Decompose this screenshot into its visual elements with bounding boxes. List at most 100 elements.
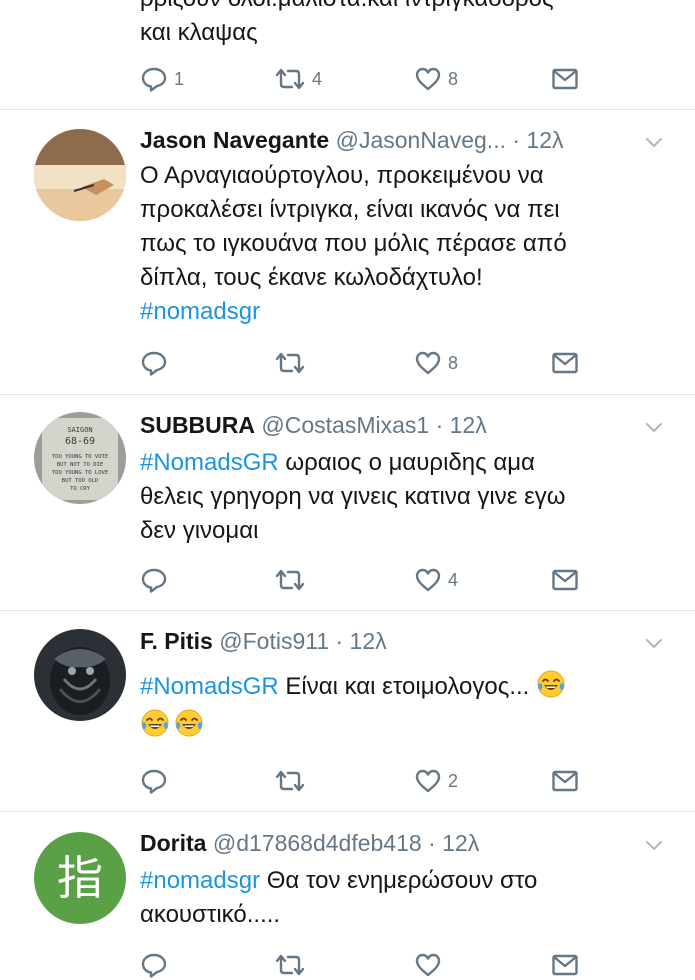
timestamp[interactable]: · 12λ: [436, 412, 487, 438]
envelope-icon: [551, 566, 579, 594]
reply-button[interactable]: [140, 565, 174, 595]
like-button[interactable]: 8: [414, 348, 458, 378]
username[interactable]: @Fotis911: [219, 628, 329, 654]
like-button[interactable]: [414, 950, 442, 980]
face-with-tears-of-joy-icon: [140, 708, 170, 738]
display-name[interactable]: F. Pitis: [140, 628, 213, 654]
like-button[interactable]: 4: [414, 565, 458, 595]
reply-icon: [140, 566, 168, 594]
reply-button[interactable]: 1: [140, 64, 184, 94]
chevron-down-icon[interactable]: [643, 834, 665, 856]
direct-message-button[interactable]: [551, 766, 579, 796]
retweet-button[interactable]: 4: [274, 64, 322, 94]
reply-button[interactable]: [140, 766, 174, 796]
tweet-text: ρριξουν ολοι.μαλιστα.και ιντριγκαδορος κ…: [140, 0, 670, 50]
direct-message-button[interactable]: [551, 565, 579, 595]
tweet-actions: 2: [140, 766, 590, 796]
avatar[interactable]: [34, 629, 126, 721]
tweet-header: Dorita @d17868d4dfeb418 · 12λ: [140, 828, 479, 858]
avatar-caption: SAIGON: [67, 426, 92, 434]
display-name[interactable]: Jason Navegante: [140, 127, 329, 153]
chevron-down-icon[interactable]: [643, 131, 665, 153]
like-count: 8: [448, 352, 459, 373]
tweet-actions: 4: [140, 565, 590, 595]
retweet-count: 4: [312, 68, 323, 89]
display-name[interactable]: Dorita: [140, 830, 206, 856]
heart-icon: [414, 951, 442, 979]
avatar-caption: BUT TOO OLD: [62, 478, 98, 484]
avatar-glyph: 指: [57, 851, 103, 905]
hashtag-link[interactable]: #nomadsgr: [140, 867, 260, 894]
timestamp[interactable]: · 12λ: [512, 127, 563, 153]
avatar-caption: TOO YOUNG TO VOTE: [52, 454, 108, 460]
tweet-text-line: #nomadsgr Θα τον ενημερώσουν στο: [140, 864, 670, 898]
avatar-caption: TOO YOUNG TO LOVE: [52, 470, 108, 476]
tweet-text-line: δεν γινομαι: [140, 517, 259, 544]
tweet[interactable]: Jason Navegante @JasonNaveg... · 12λ Ο Α…: [0, 110, 695, 395]
retweet-button[interactable]: [274, 348, 312, 378]
username[interactable]: @JasonNaveg...: [336, 127, 506, 153]
face-with-tears-of-joy-icon: [536, 669, 566, 699]
tweet-actions: 8: [140, 348, 590, 378]
hashtag-link[interactable]: #NomadsGR: [140, 449, 279, 476]
like-button[interactable]: 2: [414, 766, 458, 796]
heart-icon: [414, 349, 442, 377]
avatar[interactable]: SAIGON 68-69 TOO YOUNG TO VOTE BUT NOT T…: [34, 412, 126, 504]
retweet-icon: [274, 349, 306, 377]
tweet-text-line: δίπλα, τους έκανε κωλοδάχτυλο!: [140, 264, 483, 291]
tweet-text-line: #NomadsGR ωραιος ο μαυριδης αμα: [140, 446, 670, 480]
timestamp[interactable]: · 12λ: [428, 830, 479, 856]
retweet-icon: [274, 566, 306, 594]
retweet-icon: [274, 65, 306, 93]
avatar-caption: TO CRY: [70, 486, 91, 492]
tweet[interactable]: 指 Dorita @d17868d4dfeb418 · 12λ #nomadsg…: [0, 812, 695, 972]
reply-button[interactable]: [140, 348, 174, 378]
chevron-down-icon[interactable]: [643, 632, 665, 654]
retweet-icon: [274, 767, 306, 795]
direct-message-button[interactable]: [551, 348, 579, 378]
reply-icon: [140, 65, 168, 93]
timestamp[interactable]: · 12λ: [336, 628, 387, 654]
hashtag-link[interactable]: #nomadsgr: [140, 295, 670, 329]
heart-icon: [414, 65, 442, 93]
display-name[interactable]: SUBBURA: [140, 412, 255, 438]
retweet-button[interactable]: [274, 766, 312, 796]
avatar[interactable]: [34, 129, 126, 221]
envelope-icon: [551, 65, 579, 93]
hashtag-link[interactable]: #NomadsGR: [140, 673, 279, 700]
retweet-button[interactable]: [274, 950, 306, 980]
tweet-text-fragment: Θα τον ενημερώσουν στο: [260, 867, 538, 894]
tweet-text: #nomadsgr Θα τον ενημερώσουν στο ακουστι…: [140, 864, 670, 932]
like-count: 2: [448, 770, 459, 791]
direct-message-button[interactable]: [551, 64, 579, 94]
envelope-icon: [551, 767, 579, 795]
direct-message-button[interactable]: [551, 950, 579, 980]
retweet-icon: [274, 951, 306, 979]
tweet-text-line: πως το ιγκουάνα που μόλις πέρασε από: [140, 230, 567, 257]
avatar-caption: BUT NOT TO DIE: [57, 462, 103, 468]
envelope-icon: [551, 349, 579, 377]
tweet-actions: [140, 950, 590, 980]
username[interactable]: @d17868d4dfeb418: [213, 830, 422, 856]
tweet-text-line: ρριξουν ολοι.μαλιστα.και ιντριγκαδορος: [140, 0, 670, 16]
tweet-header: F. Pitis @Fotis911 · 12λ: [140, 626, 387, 656]
tweet-header: SUBBURA @CostasMixas1 · 12λ: [140, 410, 487, 440]
avatar[interactable]: 指: [34, 832, 126, 924]
tweet-text-fragment: Είναι και ετοιμολογος...: [278, 673, 530, 700]
tweet-text-line: ακουστικό.....: [140, 901, 281, 928]
face-with-tears-of-joy-icon: [174, 708, 204, 738]
tweet[interactable]: SAIGON 68-69 TOO YOUNG TO VOTE BUT NOT T…: [0, 395, 695, 611]
like-button[interactable]: 8: [414, 64, 458, 94]
tweet[interactable]: F. Pitis @Fotis911 · 12λ #NomadsGR Είναι…: [0, 611, 695, 812]
tweet-text-line: [140, 708, 670, 743]
tweet-partial[interactable]: ρριξουν ολοι.μαλιστα.και ιντριγκαδορος κ…: [0, 0, 695, 110]
reply-icon: [140, 349, 168, 377]
tweet-text-line: και κλαψας: [140, 19, 258, 46]
chevron-down-icon[interactable]: [643, 416, 665, 438]
envelope-icon: [551, 951, 579, 979]
username[interactable]: @CostasMixas1: [261, 412, 429, 438]
tweet-header: Jason Navegante @JasonNaveg... · 12λ: [140, 125, 564, 155]
retweet-button[interactable]: [274, 565, 312, 595]
reply-icon: [140, 951, 168, 979]
reply-button[interactable]: [140, 950, 168, 980]
